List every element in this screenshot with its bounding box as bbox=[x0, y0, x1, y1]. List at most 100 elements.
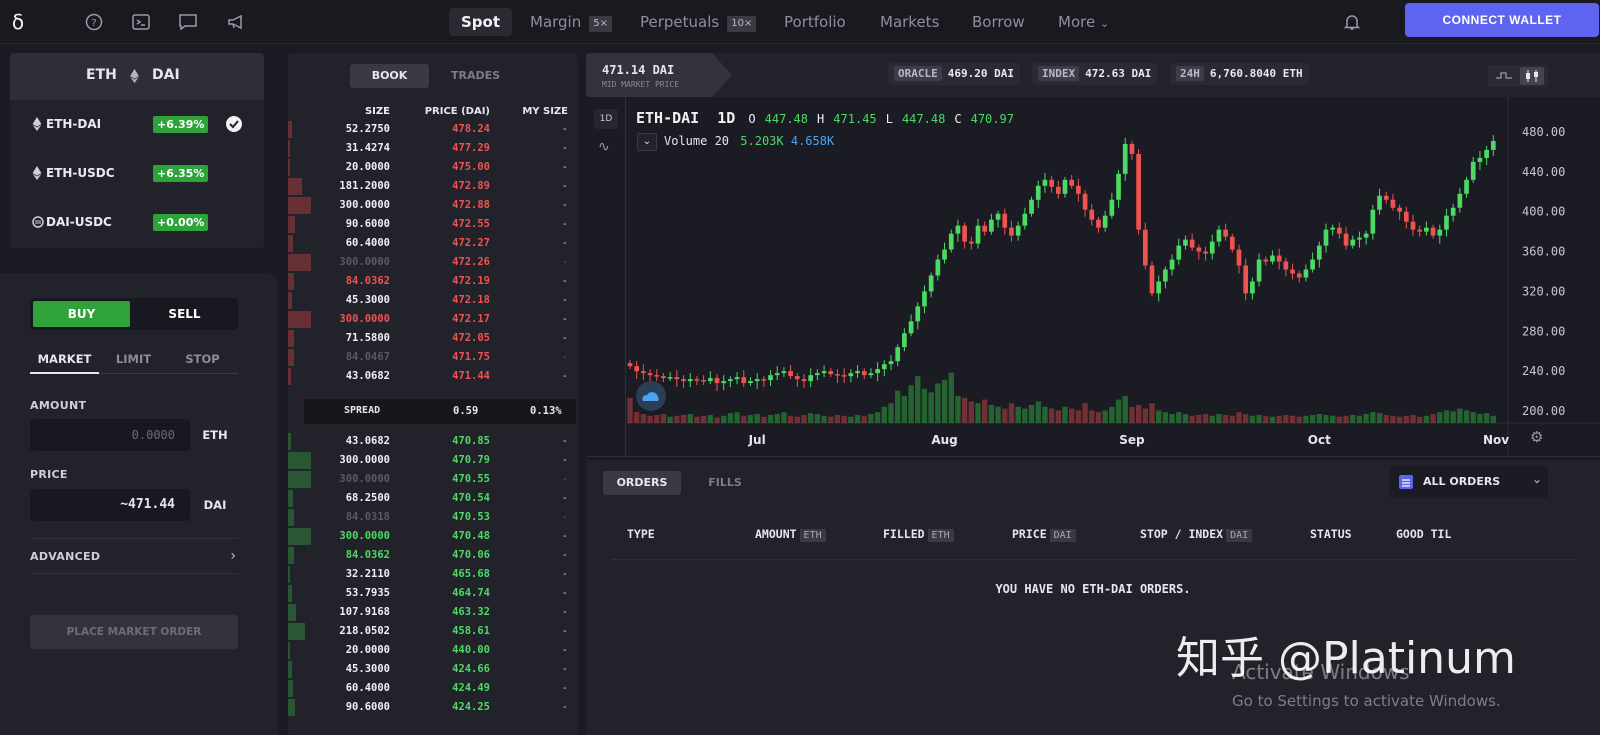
sell-button[interactable]: SELL bbox=[136, 301, 233, 327]
ask-row[interactable]: 300.0000 472.88 - bbox=[288, 196, 576, 215]
collapse-legend-button[interactable]: ⌄ bbox=[637, 133, 657, 151]
bid-row[interactable]: 53.7935 464.74 - bbox=[288, 584, 576, 603]
nav-markets[interactable]: Markets bbox=[880, 8, 939, 36]
bid-row[interactable]: 45.3000 424.66 - bbox=[288, 660, 576, 679]
interval-button[interactable]: 1D bbox=[594, 109, 618, 129]
indicator-icon[interactable]: ∿ bbox=[598, 139, 610, 155]
bid-row[interactable]: 218.0502 458.61 - bbox=[288, 622, 576, 641]
ask-row[interactable]: 84.0467 471.75 - bbox=[288, 348, 576, 367]
ask-row[interactable]: 20.0000 475.00 - bbox=[288, 158, 576, 177]
ask-row[interactable]: 71.5800 472.05 - bbox=[288, 329, 576, 348]
volume-bar bbox=[654, 414, 660, 423]
candles-icon[interactable] bbox=[1520, 67, 1544, 85]
help-icon[interactable]: ? bbox=[80, 8, 108, 36]
chat-icon[interactable] bbox=[174, 8, 202, 36]
bid-row[interactable]: 84.0318 470.53 - bbox=[288, 508, 576, 527]
volume-bar bbox=[674, 415, 680, 423]
ask-row[interactable]: 52.2750 478.24 - bbox=[288, 120, 576, 139]
orders-filter-dropdown[interactable]: ALL ORDERS ⌄ bbox=[1390, 466, 1548, 498]
volume-bar bbox=[921, 388, 928, 423]
ask-row[interactable]: 181.2000 472.89 - bbox=[288, 177, 576, 196]
bid-row[interactable]: 32.2110 465.68 - bbox=[288, 565, 576, 584]
tradingview-logo[interactable] bbox=[636, 381, 666, 411]
volume-bar bbox=[901, 396, 908, 423]
tab-trades[interactable]: TRADES bbox=[436, 64, 515, 88]
volume-bar bbox=[982, 399, 988, 423]
order-price: 470.53 bbox=[452, 511, 490, 523]
amount-input[interactable]: 0.0000 bbox=[30, 419, 190, 451]
ask-row[interactable]: 90.6000 472.55 - bbox=[288, 215, 576, 234]
pair-eth-usdc[interactable]: ETH-USDC +6.35% bbox=[0, 149, 262, 197]
order-price: 470.85 bbox=[452, 435, 490, 447]
megaphone-icon[interactable] bbox=[222, 8, 250, 36]
buy-button[interactable]: BUY bbox=[33, 301, 130, 327]
price-input[interactable]: ~471.44 bbox=[30, 489, 190, 521]
market-header[interactable]: ETH DAI bbox=[10, 53, 264, 100]
nav-margin[interactable]: Margin 5× bbox=[530, 8, 612, 36]
bid-row[interactable]: 90.6000 424.25 - bbox=[288, 698, 576, 717]
y-tick-label: 320.00 bbox=[1522, 284, 1565, 298]
bid-row[interactable]: 68.2500 470.54 - bbox=[288, 489, 576, 508]
ask-row[interactable]: 60.4000 472.27 - bbox=[288, 234, 576, 253]
chart-settings-icon[interactable]: ⚙ bbox=[1530, 428, 1543, 446]
nav-more[interactable]: More ⌄ bbox=[1058, 8, 1109, 36]
tab-fills[interactable]: FILLS bbox=[686, 471, 764, 495]
volume-bar bbox=[948, 372, 954, 423]
nav-spot[interactable]: Spot bbox=[449, 8, 513, 36]
candle-body bbox=[654, 375, 660, 377]
bid-row[interactable]: 60.4000 424.49 - bbox=[288, 679, 576, 698]
candle-body bbox=[881, 364, 887, 370]
volume-bar bbox=[1383, 414, 1389, 423]
bid-row[interactable]: 84.0362 470.06 - bbox=[288, 546, 576, 565]
advanced-row[interactable]: ADVANCED › bbox=[30, 538, 238, 574]
ask-row[interactable]: 300.0000 472.26 - bbox=[288, 253, 576, 272]
nav-portfolio[interactable]: Portfolio bbox=[784, 8, 846, 36]
ask-row[interactable]: 43.0682 471.44 - bbox=[288, 367, 576, 386]
bid-row[interactable]: 43.0682 470.85 - bbox=[288, 432, 576, 451]
chart-panel: 1D ∿ 480.00 440.00 400.00 360.00 320.00 280.0… bbox=[586, 97, 1600, 457]
place-order-button[interactable]: PLACE MARKET ORDER bbox=[30, 615, 238, 649]
low-value: 447.48 bbox=[901, 112, 946, 126]
terminal-icon[interactable] bbox=[127, 8, 155, 36]
price-chart[interactable]: 480.00 440.00 400.00 360.00 320.00 280.00 240.… bbox=[626, 97, 1600, 457]
dydx-logo[interactable]: δ bbox=[4, 8, 32, 36]
tab-stop[interactable]: STOP bbox=[168, 350, 237, 368]
ask-row[interactable]: 31.4274 477.29 - bbox=[288, 139, 576, 158]
volume-bar bbox=[707, 414, 713, 423]
order-size: 300.0000 bbox=[339, 530, 390, 542]
bell-icon[interactable] bbox=[1338, 8, 1366, 36]
candle-body bbox=[1116, 173, 1121, 200]
depth-chart-icon[interactable] bbox=[1496, 70, 1512, 82]
order-my-size: - bbox=[561, 625, 568, 637]
volume-bar bbox=[667, 416, 673, 423]
candle-body bbox=[1082, 193, 1088, 210]
nav-perpetuals[interactable]: Perpetuals 10× bbox=[640, 8, 757, 36]
candle-body bbox=[1229, 236, 1235, 250]
tab-limit[interactable]: LIMIT bbox=[99, 350, 168, 368]
tab-book[interactable]: BOOK bbox=[350, 64, 429, 88]
volume-bar bbox=[915, 376, 921, 423]
bid-row[interactable]: 20.0000 440.00 - bbox=[288, 641, 576, 660]
pair-dai-usdc[interactable]: DAI-USDC +0.00% bbox=[0, 198, 262, 246]
x-tick-label: Nov bbox=[1483, 433, 1509, 447]
candle-body bbox=[982, 225, 988, 232]
tab-market[interactable]: MARKET bbox=[30, 350, 99, 374]
col-price-label: PRICE bbox=[1012, 527, 1047, 541]
volume-bar bbox=[941, 379, 948, 423]
bid-row[interactable]: 300.0000 470.79 - bbox=[288, 451, 576, 470]
ask-row[interactable]: 45.3000 472.18 - bbox=[288, 291, 576, 310]
dai-icon bbox=[32, 216, 44, 228]
tab-orders[interactable]: ORDERS bbox=[603, 471, 681, 495]
pair-eth-dai[interactable]: ETH-DAI +6.39% bbox=[0, 100, 262, 148]
bid-row[interactable]: 107.9168 463.32 - bbox=[288, 603, 576, 622]
order-size: 90.6000 bbox=[345, 701, 390, 713]
col-type-label: TYPE bbox=[627, 527, 655, 541]
bid-row[interactable]: 300.0000 470.55 - bbox=[288, 470, 576, 489]
bid-row[interactable]: 300.0000 470.48 - bbox=[288, 527, 576, 546]
connect-wallet-button[interactable]: CONNECT WALLET bbox=[1405, 3, 1599, 37]
ask-row[interactable]: 300.0000 472.17 - bbox=[288, 310, 576, 329]
order-price: 458.61 bbox=[452, 625, 490, 637]
ask-row[interactable]: 84.0362 472.19 - bbox=[288, 272, 576, 291]
volume-bar bbox=[1376, 413, 1383, 423]
nav-borrow[interactable]: Borrow bbox=[972, 8, 1025, 36]
